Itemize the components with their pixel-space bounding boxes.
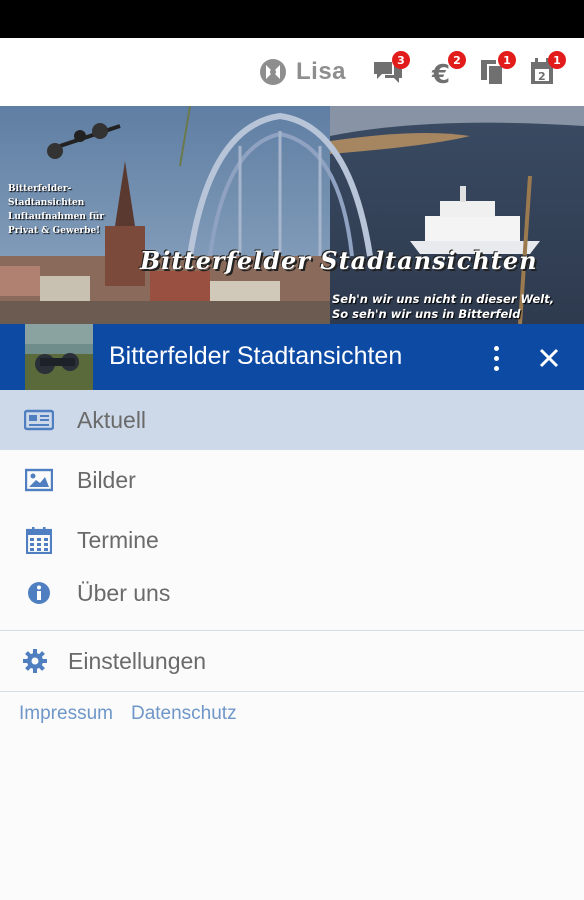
more-options-button[interactable]: [484, 341, 508, 375]
drawer-title: Bitterfelder Stadtansichten: [109, 342, 403, 370]
menu-label-aktuell: Aktuell: [77, 406, 147, 433]
menu-item-einstellungen[interactable]: Einstellungen: [0, 631, 584, 691]
svg-text:2: 2: [538, 70, 546, 83]
header-banner: Bitterfelder-Stadtansichten Luftaufnahme…: [0, 106, 584, 324]
brand-label: Lisa: [296, 58, 347, 85]
brand[interactable]: Lisa: [258, 54, 346, 90]
datenschutz-link[interactable]: Datenschutz: [131, 703, 237, 725]
banner-motto-line: So seh'n wir uns in Bitterfeld: [332, 307, 521, 321]
more-dot-icon: [493, 365, 499, 371]
euro-badge: 2: [448, 51, 466, 69]
status-bar: [0, 0, 584, 38]
banner-subtitle: Bitterfelder-Stadtansichten Luftaufnahme…: [8, 182, 126, 238]
newspaper-icon: [24, 405, 54, 435]
menu-item-termine[interactable]: Termine: [0, 510, 584, 570]
banner-motto: Seh'n wir uns nicht in dieser Welt, So s…: [332, 292, 554, 322]
menu-item-aktuell[interactable]: Aktuell: [0, 390, 584, 450]
image-icon: [24, 465, 54, 495]
drawer-header: Bitterfelder Stadtansichten: [0, 324, 584, 390]
banner-sub-line: Bitterfelder-Stadtansichten: [8, 184, 85, 208]
calendar-badge: 1: [548, 51, 566, 69]
close-icon: [539, 348, 559, 368]
gear-icon: [20, 646, 50, 676]
impressum-link[interactable]: Impressum: [19, 703, 113, 725]
calendar-button[interactable]: 2 1: [528, 51, 566, 90]
calendar-grid-icon: [24, 525, 54, 555]
banner-title: Bitterfelder Stadtansichten: [140, 246, 538, 275]
documents-badge: 1: [498, 51, 516, 69]
banner-sub-line: Luftaufnahmen für: [8, 212, 105, 222]
info-icon: [24, 578, 54, 608]
brand-logo-icon: [260, 59, 286, 85]
drawer-menu: Aktuell Bilder Termine Über uns Einstell…: [0, 390, 584, 692]
euro-button[interactable]: € 2: [428, 51, 466, 90]
more-dot-icon: [493, 355, 499, 361]
menu-label-einstellungen: Einstellungen: [68, 647, 207, 674]
drawer-thumbnail: [25, 324, 93, 390]
chat-button[interactable]: 3: [372, 51, 410, 90]
menu-item-ueber-uns[interactable]: Über uns: [0, 570, 584, 616]
more-dot-icon: [493, 345, 499, 351]
menu-item-bilder[interactable]: Bilder: [0, 450, 584, 510]
footer-links: Impressum Datenschutz: [19, 703, 237, 725]
documents-button[interactable]: 1: [478, 51, 516, 90]
close-drawer-button[interactable]: [532, 341, 566, 375]
banner-motto-line: Seh'n wir uns nicht in dieser Welt,: [332, 292, 555, 306]
menu-divider: [0, 691, 584, 692]
menu-label-bilder: Bilder: [77, 466, 136, 493]
top-bar: Lisa 3 € 2 1 2 1: [0, 38, 584, 106]
menu-label-ueber-uns: Über uns: [77, 579, 171, 606]
chat-badge: 3: [392, 51, 410, 69]
svg-text:€: €: [431, 60, 450, 88]
menu-label-termine: Termine: [77, 526, 159, 553]
banner-sub-line: Privat & Gewerbe!: [8, 226, 101, 236]
